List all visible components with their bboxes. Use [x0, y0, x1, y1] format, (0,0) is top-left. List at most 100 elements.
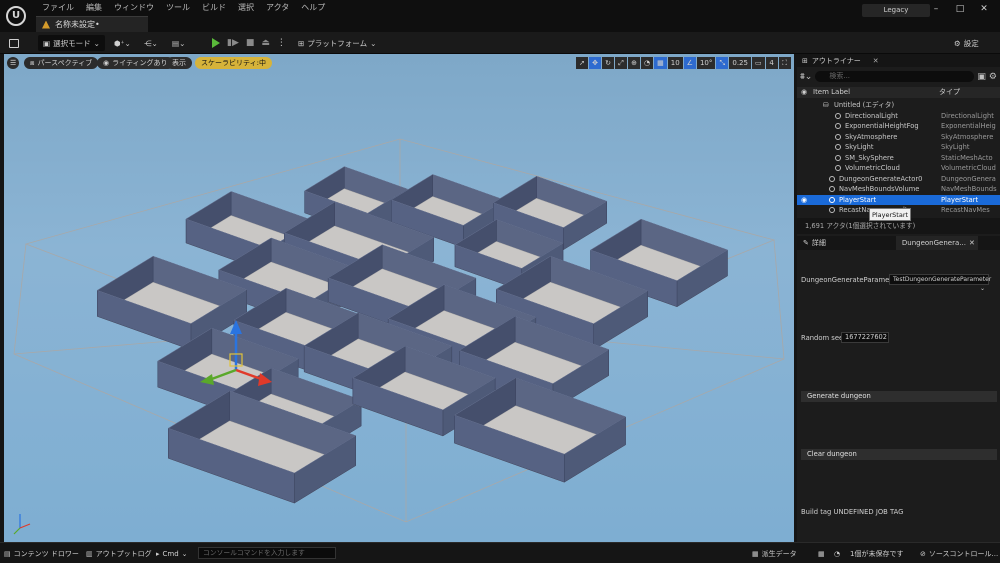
atmosphere-icon [835, 133, 841, 140]
cinematics-button[interactable]: ▤⌄ [172, 35, 185, 51]
play-options-icon[interactable]: ⋮ [277, 38, 286, 48]
row-name: DirectionalLight [845, 111, 898, 120]
camera-speed-value[interactable]: 4 [765, 57, 778, 69]
maximize-icon[interactable]: □ [948, 2, 972, 16]
show-button[interactable]: 表示 [166, 57, 192, 69]
cmd-dropdown[interactable]: ▸ Cmd ⌄ [156, 547, 188, 560]
surface-snap-icon[interactable]: ◔ [641, 57, 654, 69]
unreal-logo-icon[interactable]: U [6, 6, 26, 26]
level-tab[interactable]: 名称未設定• [36, 16, 148, 32]
gear-icon[interactable]: ⚙ [989, 72, 997, 82]
scale-snap-icon[interactable]: ⤡ [716, 57, 729, 69]
tree-row[interactable]: NavMeshBoundsVolume NavMeshBounds [797, 184, 1000, 195]
grid-snap-icon[interactable]: ▦ [654, 57, 667, 69]
scalability-badge[interactable]: スケーラビリティ:中 [195, 57, 272, 69]
level-tab-label: 名称未設定• [55, 20, 100, 29]
tree-row[interactable]: ExponentialHeightFog ExponentialHeig [797, 121, 1000, 132]
folder-add-icon[interactable]: ▣ [977, 72, 986, 82]
tree-row[interactable]: DirectionalLight DirectionalLight [797, 111, 1000, 122]
tree-row[interactable]: VolumetricCloud VolumetricCloud [797, 163, 1000, 174]
stop-icon[interactable]: ■ [246, 38, 255, 48]
menu-window[interactable]: ウィンドウ [108, 3, 160, 13]
tab-dungeon-generate[interactable]: DungeonGenera... ✕ [895, 236, 978, 250]
clear-dungeon-button[interactable]: Clear dungeon [801, 449, 997, 460]
maximize-viewport-icon[interactable]: ⛶ [778, 57, 791, 69]
blueprint-button[interactable]: ⋲⌄ [144, 35, 158, 51]
minimize-icon[interactable]: – [924, 2, 948, 16]
seed-input[interactable]: 1677227602 [841, 332, 889, 343]
outliner-search-input[interactable]: 検索... [815, 71, 975, 82]
param-dropdown[interactable]: TestDungeonGenerateParameter ⌄ [889, 274, 991, 292]
tree-row[interactable]: ⛁ Untitled (エディタ) [797, 100, 1000, 111]
eject-icon[interactable]: ⏏ [261, 38, 270, 48]
trace-icon[interactable]: ◔ [834, 547, 840, 560]
save-button[interactable] [9, 35, 19, 51]
select-tool-icon[interactable]: ➚ [576, 57, 588, 69]
rotation-snap-icon[interactable]: ∠ [683, 57, 696, 69]
row-type: ExponentialHeig [941, 122, 996, 130]
perspective-button[interactable]: ⧈ パースペクティブ [24, 57, 99, 69]
lit-mode-button[interactable]: ◉ ライティングあり [97, 57, 174, 69]
derived-data-label: 派生データ [761, 549, 797, 558]
filter-icon[interactable]: ⩩⌄ [800, 72, 812, 82]
grid-snap-value[interactable]: 10 [667, 57, 683, 69]
notifications-icon[interactable]: ▦ [818, 547, 825, 560]
close-icon[interactable]: ✕ [969, 239, 975, 247]
menu-build[interactable]: ビルド [196, 3, 232, 13]
lit-icon: ◉ [103, 59, 110, 67]
unsaved-button[interactable]: 1個が未保存です [850, 547, 903, 560]
light-icon [835, 112, 841, 119]
menu-help[interactable]: ヘルプ [295, 3, 331, 13]
row-type: StaticMeshActo [941, 153, 993, 162]
tree-row-selected[interactable]: ◉ PlayerStart PlayerStart [797, 194, 1000, 206]
add-actor-button[interactable]: ⬢⁺⌄ [114, 35, 131, 51]
step-icon[interactable]: ▮▶ [227, 38, 239, 48]
tree-row[interactable]: SkyAtmosphere SkyAtmosphere [797, 132, 1000, 143]
perspective-label: パースペクティブ [37, 59, 93, 67]
row-name: RecastNa [839, 206, 871, 214]
close-icon[interactable]: ✕ [972, 2, 996, 16]
derived-data-button[interactable]: ▦ 派生データ [752, 547, 797, 560]
log-icon: ▥ [86, 549, 93, 558]
row-name: PlayerStart [839, 195, 877, 204]
generate-dungeon-button[interactable]: Generate dungeon [801, 391, 997, 402]
output-log-button[interactable]: ▥ アウトプットログ [86, 547, 152, 560]
tree-row[interactable]: SkyLight SkyLight [797, 142, 1000, 153]
menu-actor[interactable]: アクタ [260, 3, 295, 13]
close-icon[interactable]: ✕ [873, 57, 879, 65]
menu-tools[interactable]: ツール [160, 3, 196, 13]
outliner-tab[interactable]: ⊞ アウトライナー ✕ [797, 54, 1000, 67]
visibility-column-icon[interactable]: ◉ [801, 87, 807, 98]
content-drawer-button[interactable]: ▤ コンテンツ ドロワー [4, 547, 79, 560]
column-item-label[interactable]: Item Label [813, 87, 850, 98]
source-control-button[interactable]: ⊘ ソースコントロール... [920, 547, 998, 560]
menu-select[interactable]: 選択 [232, 3, 260, 13]
eye-icon[interactable]: ◉ [801, 195, 807, 206]
scale-snap-value[interactable]: 0.25 [729, 57, 751, 69]
platforms-dropdown[interactable]: ⊞ プラットフォーム ⌄ [298, 35, 376, 51]
world-local-icon[interactable]: ⊕ [628, 57, 640, 69]
axis-widget [13, 514, 31, 535]
menu-file[interactable]: ファイル [36, 3, 80, 13]
pencil-icon: ✎ [803, 239, 809, 247]
tab-details[interactable]: ✎ 詳細 [797, 236, 832, 250]
drawer-icon: ▤ [4, 549, 11, 558]
tree-row[interactable]: SM_SkySphere StaticMeshActo [797, 153, 1000, 164]
rotate-tool-icon[interactable]: ↻ [602, 57, 614, 69]
move-tool-icon[interactable]: ✥ [589, 57, 601, 69]
play-icon[interactable] [212, 38, 220, 48]
column-type[interactable]: タイプ [939, 87, 960, 98]
settings-button[interactable]: ⚙ 設定 [954, 35, 979, 51]
rotation-snap-value[interactable]: 10° [696, 57, 716, 69]
camera-speed-icon[interactable]: ▭ [751, 57, 765, 69]
content-drawer-label: コンテンツ ドロワー [13, 549, 79, 558]
fog-icon [835, 123, 841, 129]
select-mode-dropdown[interactable]: ▣ 選択モード ⌄ [38, 35, 105, 51]
legacy-button[interactable]: Legacy [862, 4, 930, 17]
scale-tool-icon[interactable]: ⤢ [615, 57, 627, 69]
console-input[interactable]: コンソールコマンドを入力します [198, 547, 336, 559]
menu-edit[interactable]: 編集 [80, 3, 108, 13]
level-viewport[interactable]: ☰ ⧈ パースペクティブ ◉ ライティングあり 表示 スケーラビリティ:中 ➚ ✥ … [4, 54, 794, 542]
tree-row[interactable]: DungeonGenerateActor0 DungeonGenera [797, 174, 1000, 185]
dungeon-scene[interactable] [4, 54, 794, 542]
